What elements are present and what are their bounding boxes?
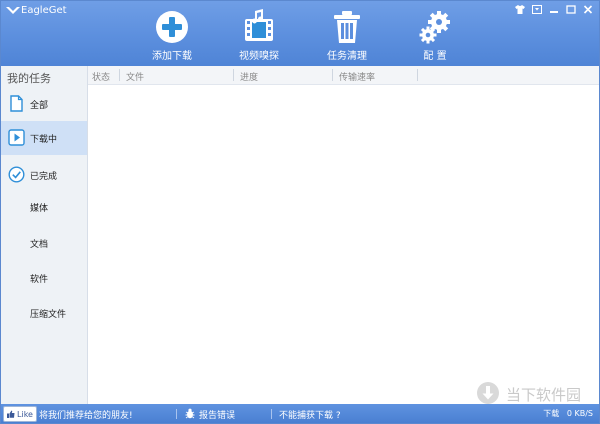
report-error-link[interactable]: 报告错误 xyxy=(199,408,235,421)
status-divider xyxy=(176,409,177,419)
sidebar-item-label: 全部 xyxy=(30,101,49,111)
window-controls xyxy=(513,3,595,15)
status-bar: Like 将我们推荐给您的朋友! 报告错误 不能捕获下载 ? 下载 0 KB/S xyxy=(1,404,599,423)
column-speed[interactable]: 传输速率 xyxy=(335,70,375,83)
document-icon xyxy=(10,95,23,112)
check-circle-icon xyxy=(8,166,25,183)
sidebar-item-label: 下载中 xyxy=(30,135,58,145)
task-list[interactable]: 当下软件园 xyxy=(88,85,599,404)
task-list-header: 状态 文件 进度 传输速率 xyxy=(88,66,599,85)
trash-icon xyxy=(334,11,360,43)
minimize-icon[interactable] xyxy=(547,3,561,15)
column-progress[interactable]: 进度 xyxy=(236,70,258,83)
eagleget-logo-icon xyxy=(6,7,20,14)
column-divider[interactable] xyxy=(417,69,418,81)
sidebar: 我的任务 全部 下载中 已完成 媒体 文档 软件 压缩文件 xyxy=(1,66,88,404)
film-music-icon xyxy=(245,9,273,41)
sidebar-item-archives[interactable]: 压缩文件 xyxy=(1,302,87,324)
sidebar-item-downloading[interactable]: 下载中 xyxy=(1,121,87,155)
sidebar-subitem-label: 文档 xyxy=(30,240,49,250)
download-speed-value: 0 KB/S xyxy=(566,409,593,418)
column-divider[interactable] xyxy=(233,69,234,81)
maximize-icon[interactable] xyxy=(564,3,578,15)
sidebar-item-software[interactable]: 软件 xyxy=(1,267,87,289)
sidebar-item-all[interactable]: 全部 xyxy=(1,87,87,121)
play-icon xyxy=(8,129,25,146)
sidebar-item-documents[interactable]: 文档 xyxy=(1,232,87,254)
add-download-label: 添加下载 xyxy=(152,51,192,62)
column-status[interactable]: 状态 xyxy=(88,70,110,83)
sidebar-item-media[interactable]: 媒体 xyxy=(1,196,87,218)
video-sniff-button[interactable]: 视频嗅探 xyxy=(221,9,297,63)
config-label: 配 置 xyxy=(423,51,447,62)
bug-icon xyxy=(185,408,195,419)
sidebar-item-label: 已完成 xyxy=(30,172,58,182)
shirt-icon[interactable] xyxy=(513,3,527,15)
sidebar-subitem-label: 媒体 xyxy=(30,204,49,214)
sidebar-subitem-label: 软件 xyxy=(30,275,49,285)
watermark-text: 当下软件园 xyxy=(506,386,582,404)
like-button[interactable]: Like xyxy=(3,406,37,422)
like-label: Like xyxy=(17,409,33,419)
config-button[interactable]: 配 置 xyxy=(397,9,473,63)
column-divider[interactable] xyxy=(332,69,333,81)
column-divider[interactable] xyxy=(119,69,120,81)
column-file[interactable]: 文件 xyxy=(122,70,144,83)
cannot-capture-link[interactable]: 不能捕获下载 ? xyxy=(279,408,341,421)
add-download-button[interactable]: 添加下载 xyxy=(134,9,210,63)
video-sniff-label: 视频嗅探 xyxy=(239,51,279,62)
close-icon[interactable] xyxy=(581,3,595,15)
app-title: EagleGet xyxy=(21,5,67,16)
recommend-link[interactable]: 将我们推荐给您的朋友! xyxy=(39,408,133,421)
download-speed-label: 下载 xyxy=(543,409,560,418)
thumbs-up-icon xyxy=(7,410,15,418)
download-speed: 下载 0 KB/S xyxy=(543,408,593,419)
status-divider xyxy=(271,409,272,419)
title-toolbar-bar: EagleGet 添加下载 视频嗅探 任务清理 配 置 xyxy=(1,1,599,66)
task-clean-label: 任务清理 xyxy=(327,51,367,62)
plus-circle-icon xyxy=(156,11,188,43)
task-clean-button[interactable]: 任务清理 xyxy=(309,9,385,63)
gears-icon xyxy=(419,11,450,44)
app-window: EagleGet 添加下载 视频嗅探 任务清理 配 置 我的任务 全部 下载中 … xyxy=(0,0,600,424)
sidebar-header: 我的任务 xyxy=(7,72,51,85)
settings-icon[interactable] xyxy=(530,3,544,15)
sidebar-subitem-label: 压缩文件 xyxy=(30,310,67,320)
download-arrow-icon xyxy=(477,382,499,404)
sidebar-item-completed[interactable]: 已完成 xyxy=(1,158,87,192)
watermark: 当下软件园 xyxy=(476,381,596,405)
